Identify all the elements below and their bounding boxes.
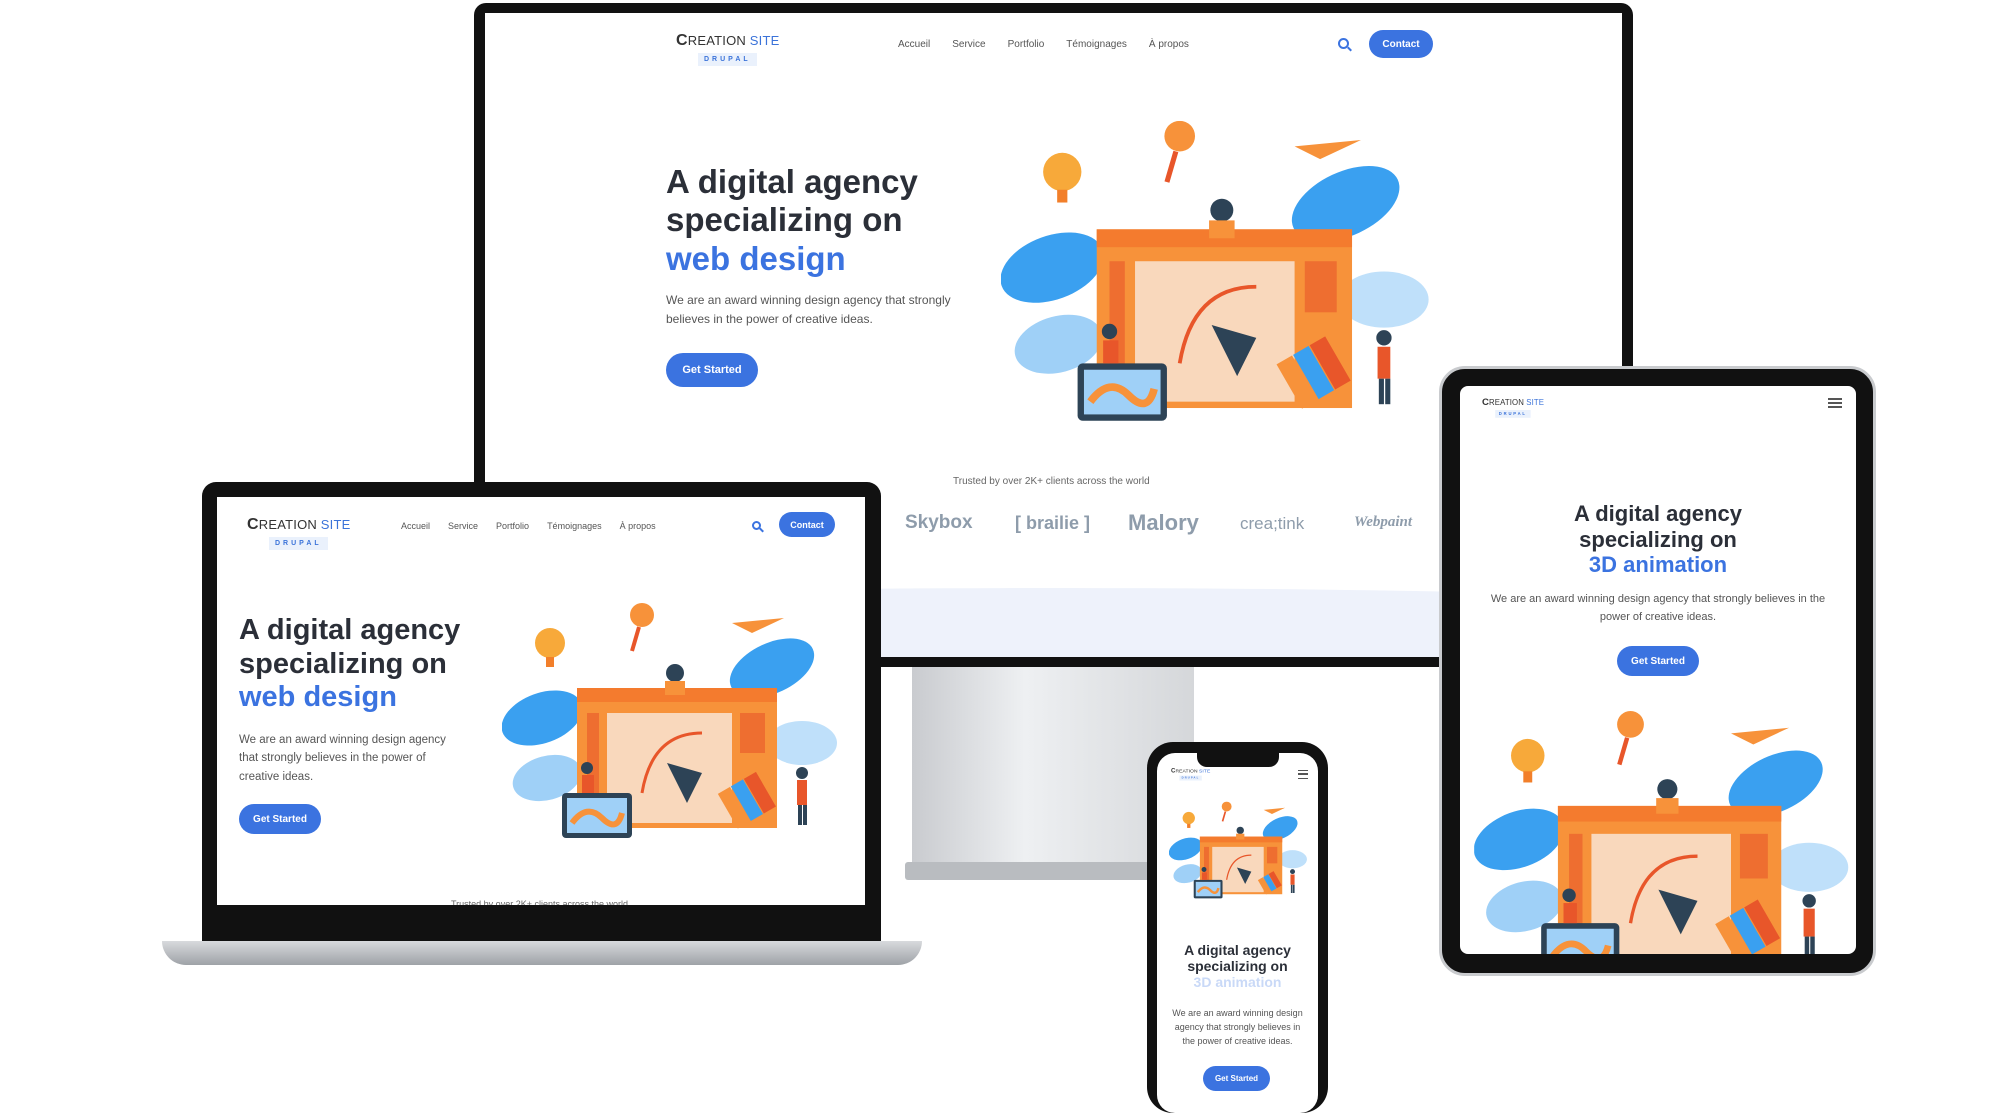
nav-temoignages[interactable]: Témoignages <box>547 521 602 531</box>
get-started-button[interactable]: Get Started <box>1617 646 1699 676</box>
nav-a-propos[interactable]: À propos <box>620 521 656 531</box>
logo[interactable]: CREATION SITE DRUPAL <box>247 517 351 550</box>
logo[interactable]: CREATION SITE DRUPAL <box>1482 398 1544 418</box>
logo-sub: DRUPAL <box>1495 410 1531 418</box>
tablet-screen: CREATION SITE DRUPAL A digital agency sp… <box>1460 386 1856 954</box>
logo[interactable]: CREATION SITE DRUPAL <box>676 33 780 66</box>
nav-service[interactable]: Service <box>448 521 478 531</box>
contact-button[interactable]: Contact <box>1369 30 1433 58</box>
hero-title: A digital agency specializing on 3D anim… <box>1157 942 1318 991</box>
client-logo-brailie: [ brailie ] <box>1015 513 1091 533</box>
laptop-screen: CREATION SITE DRUPAL Accueil Service Por… <box>217 497 865 905</box>
contact-button[interactable]: Contact <box>779 512 835 537</box>
logo-text: REATION <box>258 517 317 532</box>
hero-title: A digital agency specializing on web des… <box>239 614 460 715</box>
get-started-button[interactable]: Get Started <box>239 804 321 834</box>
nav-portfolio[interactable]: Portfolio <box>496 521 529 531</box>
hero-illustration <box>502 603 842 843</box>
nav-portfolio[interactable]: Portfolio <box>1008 39 1045 50</box>
logo-site: SITE <box>1526 398 1545 407</box>
hero-description: We are an award winning design agency th… <box>1172 1008 1303 1046</box>
hamburger-menu-icon[interactable] <box>1298 770 1308 779</box>
hero-title: A digital agency specializing on 3D anim… <box>1460 501 1856 578</box>
hero-line1: A digital agency <box>1574 501 1742 526</box>
logo-sub: DRUPAL <box>698 53 757 66</box>
hero-highlight: web design <box>239 681 397 714</box>
get-started-button[interactable]: Get Started <box>666 353 758 387</box>
hamburger-menu-icon[interactable] <box>1828 398 1842 408</box>
phone-screen: CREATION SITE DRUPAL A digital agency sp… <box>1157 753 1318 1113</box>
nav-service[interactable]: Service <box>952 39 985 50</box>
hero-illustration <box>1474 711 1854 954</box>
logo-sub: DRUPAL <box>1179 775 1202 781</box>
hero-line2: specializing on <box>239 647 447 680</box>
hero-line1: A digital agency <box>666 163 918 200</box>
logo-site: SITE <box>749 33 780 48</box>
nav-accueil[interactable]: Accueil <box>898 39 930 50</box>
nav-a-propos[interactable]: À propos <box>1149 39 1189 50</box>
hero-illustration <box>1169 801 1309 901</box>
hero-line2: specializing on <box>666 201 903 239</box>
hero-line2: specializing on <box>1579 526 1737 552</box>
logo-c: C <box>676 32 688 49</box>
logo-sub: DRUPAL <box>269 537 328 550</box>
phone-notch <box>1197 753 1279 767</box>
client-logo-malory: Malory <box>1128 510 1199 535</box>
logo-site: SITE <box>1199 768 1211 774</box>
main-nav: Accueil Service Portfolio Témoignages À … <box>401 521 656 531</box>
logo-site: SITE <box>320 517 351 532</box>
nav-accueil[interactable]: Accueil <box>401 521 430 531</box>
logo-text: REATION <box>1489 398 1524 407</box>
hero-highlight: 3D animation <box>1588 552 1728 578</box>
hero-line1: A digital agency <box>1184 942 1291 958</box>
hero-description: We are an award winning design agency th… <box>666 293 951 327</box>
hero-title: A digital agency specializing on web des… <box>666 163 918 278</box>
logo-text: REATION <box>1175 768 1198 774</box>
client-logo-creatink: crea;tink <box>1240 514 1305 533</box>
main-nav: Accueil Service Portfolio Témoignages À … <box>898 39 1189 50</box>
hero-line1: A digital agency <box>239 614 461 646</box>
hero-highlight: 3D animation <box>1193 974 1282 991</box>
hero-highlight: web design <box>666 239 846 277</box>
search-icon[interactable] <box>752 521 761 530</box>
logo-c: C <box>1482 397 1490 408</box>
client-logo-skybox: Skybox <box>905 512 973 533</box>
laptop-base <box>162 941 922 965</box>
search-icon[interactable] <box>1338 38 1349 49</box>
hero-illustration <box>1001 119 1435 429</box>
nav-temoignages[interactable]: Témoignages <box>1066 39 1127 50</box>
hero-description: We are an award winning design agency th… <box>1490 593 1826 623</box>
get-started-button[interactable]: Get Started <box>1203 1066 1270 1091</box>
trusted-text: Trusted by over 2K+ clients across the w… <box>953 476 1150 487</box>
hero-description: We are an award winning design agency th… <box>239 734 446 783</box>
client-logo-webpaint: Webpaint <box>1354 514 1413 530</box>
logo[interactable]: CREATION SITE DRUPAL <box>1171 768 1210 781</box>
hero-line2: specializing on <box>1187 958 1288 975</box>
logo-text: REATION <box>687 33 746 48</box>
logo-c: C <box>247 516 259 533</box>
trusted-text: Trusted by over 2K+ clients across the w… <box>451 899 628 905</box>
